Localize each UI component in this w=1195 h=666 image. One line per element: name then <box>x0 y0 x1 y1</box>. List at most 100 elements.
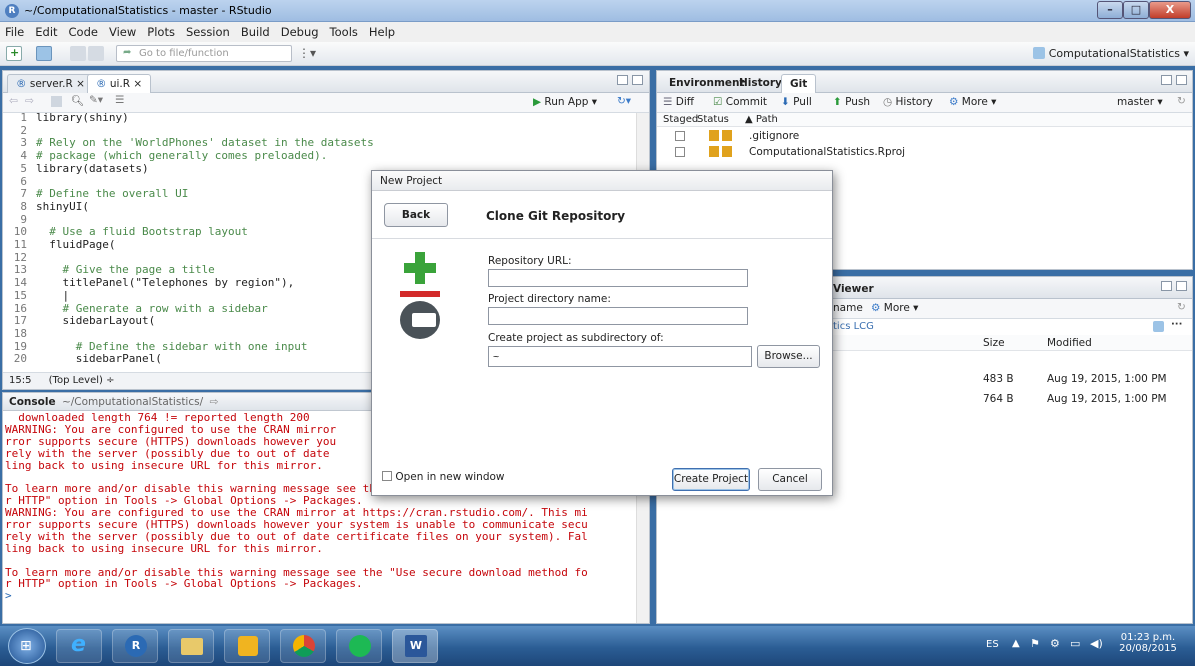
language-indicator[interactable]: ES <box>986 639 999 650</box>
line-number: 6 <box>20 174 27 188</box>
start-button[interactable]: ⊞ <box>8 628 46 664</box>
volume-icon[interactable]: ◀) <box>1090 637 1103 650</box>
taskbar-tips-icon[interactable] <box>224 629 270 663</box>
checkbox-icon: ☑ <box>713 96 723 108</box>
maximize-pane-icon[interactable] <box>1176 281 1187 291</box>
file-modified: Aug 19, 2015, 1:00 PM <box>1047 373 1167 385</box>
taskbar-spotify-icon[interactable] <box>336 629 382 663</box>
cancel-button[interactable]: Cancel <box>758 468 822 491</box>
menu-edit[interactable]: Edit <box>30 22 63 39</box>
browse-button[interactable]: Browse... <box>757 345 820 368</box>
rstudio-icon: R <box>5 4 19 18</box>
line-number: 14 <box>13 276 27 290</box>
menu-view[interactable]: View <box>104 22 142 39</box>
wand-icon[interactable]: ✎▾ <box>89 94 103 106</box>
menu-file[interactable]: File <box>0 22 30 39</box>
back-button[interactable]: Back <box>384 203 448 227</box>
outline-icon[interactable]: ☰ <box>115 94 124 106</box>
subdir-input[interactable] <box>488 346 752 367</box>
header-staged[interactable]: Staged <box>663 114 698 125</box>
header-status[interactable]: Status <box>697 114 729 125</box>
publish-icon[interactable]: ↻▾ <box>617 95 631 107</box>
new-project-icon[interactable] <box>36 46 52 61</box>
close-button[interactable]: X <box>1149 1 1191 19</box>
staged-checkbox[interactable] <box>675 131 685 141</box>
minimize-pane-icon[interactable] <box>617 75 628 85</box>
minimize-pane-icon[interactable] <box>1161 75 1172 85</box>
refresh-icon[interactable]: ↻ <box>1177 301 1186 313</box>
header-modified[interactable]: Modified <box>1047 337 1092 349</box>
maximize-pane-icon[interactable] <box>1176 75 1187 85</box>
console-line: r HTTP" option in Tools -> Global Option… <box>5 577 363 591</box>
project-icon[interactable] <box>1153 321 1164 332</box>
maximize-button[interactable]: □ <box>1123 1 1149 19</box>
tab-server-r[interactable]: ® server.R × <box>7 74 94 93</box>
more-button[interactable]: ⚙ More ▾ <box>949 96 996 108</box>
taskbar-chrome-icon[interactable] <box>280 629 326 663</box>
taskbar-explorer-icon[interactable] <box>168 629 214 663</box>
search-icon[interactable]: 🔍︎ <box>71 94 84 107</box>
header-size[interactable]: Size <box>983 337 1005 349</box>
windows-logo-icon: ⊞ <box>20 638 32 654</box>
menu-session[interactable]: Session <box>181 22 236 39</box>
menu-debug[interactable]: Debug <box>276 22 325 39</box>
menu-build[interactable]: Build <box>236 22 276 39</box>
git-row[interactable]: .gitignore <box>657 128 1192 144</box>
taskbar-r-icon[interactable]: R <box>112 629 158 663</box>
taskbar-word-icon[interactable]: W <box>392 629 438 663</box>
commit-button[interactable]: ☑ Commit <box>713 96 767 108</box>
minimize-button[interactable]: – <box>1097 1 1123 19</box>
taskbar-ie-icon[interactable]: e <box>56 629 102 663</box>
pull-button[interactable]: ⬇ Pull <box>781 96 812 108</box>
back-arrow-icon[interactable]: ⇦ <box>9 95 18 107</box>
open-new-window-option[interactable]: Open in new window <box>382 471 505 483</box>
save-all-icon[interactable] <box>88 46 104 61</box>
goto-file-input[interactable]: ➦ Go to file/function <box>116 45 292 62</box>
minimize-pane-icon[interactable] <box>1161 281 1172 291</box>
branch-selector[interactable]: master ▾ <box>1117 96 1163 108</box>
open-new-window-label: Open in new window <box>395 471 505 483</box>
network-icon[interactable]: ⚙ <box>1050 637 1060 650</box>
menu-plots[interactable]: Plots <box>142 22 181 39</box>
create-project-button[interactable]: Create Project <box>672 468 750 491</box>
goto-placeholder: Go to file/function <box>139 48 229 59</box>
project-menu[interactable]: ComputationalStatistics ▾ <box>1032 47 1189 60</box>
project-dir-input[interactable] <box>488 307 748 325</box>
new-file-icon[interactable]: + <box>6 46 22 61</box>
tab-viewer[interactable]: Viewer <box>825 280 882 299</box>
repo-url-input[interactable] <box>488 269 748 287</box>
clock[interactable]: 01:23 p.m. 20/08/2015 <box>1118 632 1178 654</box>
addins-icon[interactable]: ⋮▾ <box>298 46 320 61</box>
history-button[interactable]: ◷ History <box>883 96 933 108</box>
tab-git[interactable]: Git <box>781 74 817 94</box>
menu-code[interactable]: Code <box>64 22 104 39</box>
tab-ui-r[interactable]: ® ui.R × <box>87 74 152 94</box>
files-more-button[interactable]: ⚙ More ▾ <box>871 302 918 314</box>
refresh-icon[interactable]: ↻ <box>1177 95 1186 107</box>
scope-selector[interactable]: (Top Level) ÷ <box>49 375 115 386</box>
open-new-window-checkbox[interactable] <box>382 471 392 481</box>
maximize-pane-icon[interactable] <box>632 75 643 85</box>
line-number: 10 <box>13 225 27 239</box>
rename-button[interactable]: name <box>833 302 863 314</box>
flag-icon[interactable]: ⚑ <box>1030 637 1040 650</box>
window-title: ~/ComputationalStatistics - master - RSt… <box>24 4 272 17</box>
push-button[interactable]: ⬆ Push <box>833 96 870 108</box>
ellipsis-icon[interactable]: ··· <box>1171 319 1182 330</box>
menu-tools[interactable]: Tools <box>325 22 364 39</box>
forward-arrow-icon[interactable]: ⇨ <box>25 95 34 107</box>
console-prompt[interactable]: > <box>5 590 633 602</box>
window-title-bar: R ~/ComputationalStatistics - master - R… <box>0 0 1195 22</box>
git-row[interactable]: ComputationalStatistics.Rproj <box>657 144 1192 160</box>
show-hidden-icons[interactable]: ▲ <box>1012 638 1020 649</box>
run-app-button[interactable]: ▶ Run App ▾ <box>533 96 597 108</box>
menu-help[interactable]: Help <box>364 22 401 39</box>
diff-button[interactable]: ☰ Diff <box>663 96 694 108</box>
save-icon[interactable] <box>51 96 62 107</box>
header-path[interactable]: ▲ Path <box>745 114 778 125</box>
save-icon[interactable] <box>70 46 86 61</box>
breadcrumb-path[interactable]: tics LCG <box>833 321 874 332</box>
console-goto-icon[interactable]: ⇨ <box>209 396 218 408</box>
display-icon[interactable]: ▭ <box>1070 637 1080 650</box>
staged-checkbox[interactable] <box>675 147 685 157</box>
